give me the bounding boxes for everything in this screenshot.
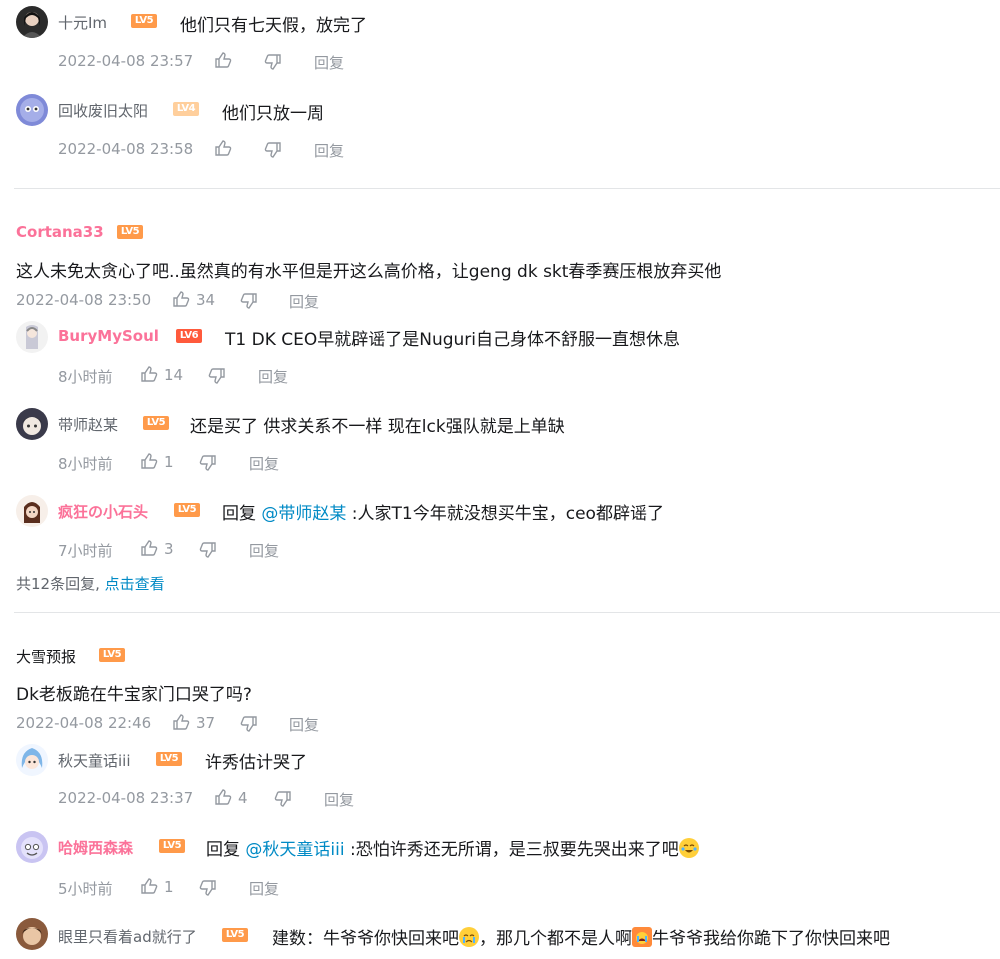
level-badge: LV5 bbox=[99, 648, 125, 662]
reply-button[interactable]: 回复 bbox=[324, 789, 354, 810]
username[interactable]: 大雪预报 bbox=[16, 646, 76, 667]
thumb-up-icon[interactable] bbox=[140, 365, 158, 383]
comment-body: :人家T1今年就没想买牛宝，ceo都辟谣了 bbox=[346, 504, 664, 524]
level-badge: LV5 bbox=[159, 839, 185, 853]
timestamp: 2022-04-08 23:57 bbox=[58, 52, 194, 70]
reply-prefix: 回复 bbox=[206, 840, 246, 860]
reply-count-footer: 共12条回复, 点击查看 bbox=[16, 573, 165, 594]
reply-button[interactable]: 回复 bbox=[289, 714, 319, 735]
comment-text: 他们只放一周 bbox=[222, 104, 324, 124]
timestamp: 2022-04-08 23:58 bbox=[58, 140, 194, 158]
level-badge: LV5 bbox=[174, 503, 200, 517]
like-count: 4 bbox=[238, 789, 248, 807]
avatar[interactable] bbox=[16, 408, 48, 440]
thumb-up-icon[interactable] bbox=[172, 290, 190, 308]
timestamp: 2022-04-08 23:50 bbox=[16, 291, 152, 309]
like-count: 1 bbox=[164, 878, 174, 896]
username[interactable]: 十元Im bbox=[58, 12, 107, 33]
comment-text: 回复 @秋天童话iii :恐怕许秀还无所谓，是三叔要先哭出来了吧 bbox=[206, 835, 699, 860]
thumb-up-icon[interactable] bbox=[214, 788, 232, 806]
timestamp: 7小时前 bbox=[58, 542, 113, 560]
avatar[interactable] bbox=[16, 744, 48, 776]
username[interactable]: BuryMySoul bbox=[58, 327, 159, 345]
comment-text: 许秀估计哭了 bbox=[205, 753, 307, 773]
thumb-up-icon[interactable] bbox=[172, 713, 190, 731]
level-badge: LV5 bbox=[117, 225, 143, 239]
reply-prefix: 回复 bbox=[222, 504, 262, 524]
avatar[interactable] bbox=[16, 495, 48, 527]
thumb-down-icon[interactable] bbox=[264, 53, 282, 71]
comment-text: T1 DK CEO早就辟谣了是Nuguri自己身体不舒服一直想休息 bbox=[225, 330, 681, 350]
reply-count-text: 共12条回复, bbox=[16, 575, 105, 593]
reply-button[interactable]: 回复 bbox=[314, 140, 344, 161]
comment-text: Dk老板跪在牛宝家门口哭了吗? bbox=[16, 685, 252, 705]
thumb-up-icon[interactable] bbox=[140, 452, 158, 470]
mention-link[interactable]: @秋天童话iii bbox=[245, 840, 344, 860]
view-more-link[interactable]: 点击查看 bbox=[105, 575, 165, 593]
username[interactable]: Cortana33 bbox=[16, 223, 104, 241]
reply-button[interactable]: 回复 bbox=[249, 878, 279, 899]
username[interactable]: 疯狂の小石头 bbox=[58, 501, 148, 522]
level-badge: LV5 bbox=[222, 928, 248, 942]
timestamp: 2022-04-08 23:37 bbox=[58, 789, 194, 807]
comment-body-part3: 牛爷爷我给你跪下了你快回来吧 bbox=[652, 929, 890, 949]
crying-emoji-icon bbox=[459, 927, 479, 947]
username[interactable]: 眼里只看着ad就行了 bbox=[58, 926, 197, 947]
username[interactable]: 秋天童话iii bbox=[58, 750, 131, 771]
timestamp: 8小时前 bbox=[58, 455, 113, 473]
divider bbox=[14, 188, 1000, 189]
thumb-down-icon[interactable] bbox=[240, 292, 258, 310]
thumb-down-icon[interactable] bbox=[199, 879, 217, 897]
comment-text: 还是买了 供求关系不一样 现在lck强队就是上单缺 bbox=[190, 417, 565, 437]
level-badge: LV4 bbox=[173, 102, 199, 116]
comment-text: 这人未免太贪心了吧..虽然真的有水平但是开这么高价格，让geng dk skt春… bbox=[16, 262, 722, 282]
thumb-down-icon[interactable] bbox=[208, 367, 226, 385]
thumb-up-icon[interactable] bbox=[214, 139, 232, 157]
avatar[interactable] bbox=[16, 918, 48, 950]
thumb-up-icon[interactable] bbox=[140, 539, 158, 557]
comment-text: 建数：牛爷爷你快回来吧 ，那几个都不是人啊 牛爷爷我给你跪下了你快回来吧 bbox=[272, 924, 890, 949]
thumb-down-icon[interactable] bbox=[199, 541, 217, 559]
username[interactable]: 回收废旧太阳 bbox=[58, 100, 148, 121]
thumb-up-icon[interactable] bbox=[140, 877, 158, 895]
username[interactable]: 带师赵某 bbox=[58, 414, 118, 435]
like-count: 34 bbox=[196, 291, 216, 309]
thumb-down-icon[interactable] bbox=[240, 715, 258, 733]
reply-button[interactable]: 回复 bbox=[258, 366, 288, 387]
level-badge: LV5 bbox=[156, 752, 182, 766]
reply-button[interactable]: 回复 bbox=[314, 52, 344, 73]
crying-laughing-emoji-icon bbox=[678, 838, 699, 858]
like-count: 3 bbox=[164, 540, 174, 558]
level-badge: LV5 bbox=[143, 416, 169, 430]
level-badge: LV6 bbox=[176, 329, 202, 343]
avatar[interactable] bbox=[16, 6, 48, 38]
thumb-up-icon[interactable] bbox=[214, 51, 232, 69]
reply-button[interactable]: 回复 bbox=[249, 540, 279, 561]
username[interactable]: 哈姆西森森 bbox=[58, 837, 133, 858]
comment-body-part2: ，那几个都不是人啊 bbox=[479, 929, 632, 949]
timestamp: 8小时前 bbox=[58, 368, 113, 386]
thumb-down-icon[interactable] bbox=[264, 141, 282, 159]
level-badge: LV5 bbox=[131, 14, 157, 28]
timestamp: 5小时前 bbox=[58, 880, 113, 898]
like-count: 1 bbox=[164, 453, 174, 471]
reply-button[interactable]: 回复 bbox=[249, 453, 279, 474]
like-count: 37 bbox=[196, 714, 216, 732]
crying-emoji-icon bbox=[632, 927, 652, 947]
comment-body: :恐怕许秀还无所谓，是三叔要先哭出来了吧 bbox=[344, 840, 679, 860]
timestamp: 2022-04-08 22:46 bbox=[16, 714, 152, 732]
thumb-down-icon[interactable] bbox=[199, 454, 217, 472]
comment-text: 他们只有七天假，放完了 bbox=[180, 16, 367, 36]
comment-text: 回复 @带师赵某 :人家T1今年就没想买牛宝，ceo都辟谣了 bbox=[222, 499, 664, 524]
comment-body-part1: 建数：牛爷爷你快回来吧 bbox=[272, 929, 459, 949]
avatar[interactable] bbox=[16, 94, 48, 126]
mention-link[interactable]: @带师赵某 bbox=[261, 504, 346, 524]
avatar[interactable] bbox=[16, 831, 48, 863]
reply-button[interactable]: 回复 bbox=[289, 291, 319, 312]
avatar[interactable] bbox=[16, 321, 48, 353]
divider bbox=[14, 612, 1000, 613]
like-count: 14 bbox=[164, 366, 184, 384]
thumb-down-icon[interactable] bbox=[274, 790, 292, 808]
